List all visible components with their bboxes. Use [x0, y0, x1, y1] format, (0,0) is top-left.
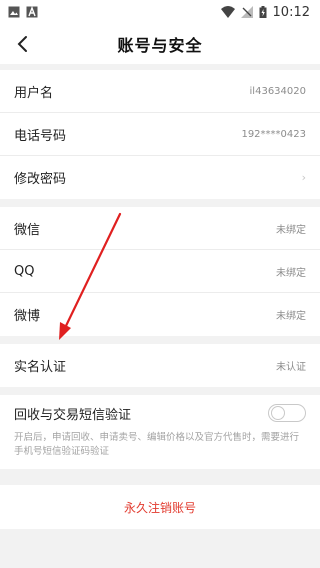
wechat-status: 未绑定: [276, 224, 306, 236]
change-password-row[interactable]: 修改密码 ›: [0, 156, 320, 199]
account-section: 用户名 il43634020 电话号码 192****0423 修改密码 ›: [0, 70, 320, 199]
wechat-label: 微信: [14, 222, 41, 238]
image-icon: [8, 6, 20, 18]
status-bar-left: [8, 6, 38, 18]
verify-section: 实名认证 未认证: [0, 344, 320, 387]
phone-row[interactable]: 电话号码 192****0423: [0, 113, 320, 156]
chevron-right-icon: ›: [301, 171, 306, 184]
back-chevron-icon: [17, 36, 27, 52]
wifi-icon: [220, 6, 235, 18]
sms-verify-toggle[interactable]: [268, 404, 306, 422]
weibo-row[interactable]: 微博 未绑定: [0, 293, 320, 336]
wechat-row[interactable]: 微信 未绑定: [0, 207, 320, 250]
signal-icon: [240, 6, 253, 18]
sms-verify-section: 回收与交易短信验证 开启后，申请回收、申请卖号、编辑价格以及官方代售时，需要进行…: [0, 395, 320, 469]
delete-account-label: 永久注销账号: [123, 500, 196, 515]
real-name-status: 未认证: [276, 362, 306, 373]
delete-account-button[interactable]: 永久注销账号: [0, 485, 320, 529]
qq-row[interactable]: QQ 未绑定: [0, 250, 320, 293]
sms-verify-description: 开启后，申请回收、申请卖号、编辑价格以及官方代售时，需要进行手机号短信验证码验证: [14, 432, 300, 457]
real-name-row[interactable]: 实名认证 未认证: [0, 344, 320, 387]
page-title: 账号与安全: [117, 36, 203, 55]
phone-value: 192****0423: [241, 128, 306, 140]
username-row[interactable]: 用户名 il43634020: [0, 70, 320, 113]
status-bar: 10:12: [0, 0, 320, 24]
battery-icon: [259, 6, 267, 18]
real-name-label: 实名认证: [14, 360, 67, 375]
phone-label: 电话号码: [14, 128, 67, 144]
weibo-status: 未绑定: [276, 311, 306, 322]
sms-verify-label: 回收与交易短信验证: [14, 407, 132, 423]
navigation-header: 账号与安全: [0, 24, 320, 64]
binding-section: 微信 未绑定 QQ 未绑定 微博 未绑定: [0, 207, 320, 336]
qq-status: 未绑定: [276, 267, 306, 279]
toggle-knob: [271, 406, 285, 420]
font-icon: [26, 6, 38, 18]
back-button[interactable]: [10, 32, 34, 56]
username-value: il43634020: [249, 85, 306, 97]
qq-label: QQ: [14, 263, 35, 279]
change-password-label: 修改密码: [14, 172, 67, 187]
status-time: 10:12: [272, 4, 310, 20]
sms-verify-row: 回收与交易短信验证: [14, 395, 306, 431]
username-label: 用户名: [14, 85, 54, 101]
status-bar-right: 10:12: [220, 4, 310, 20]
weibo-label: 微博: [14, 309, 41, 324]
